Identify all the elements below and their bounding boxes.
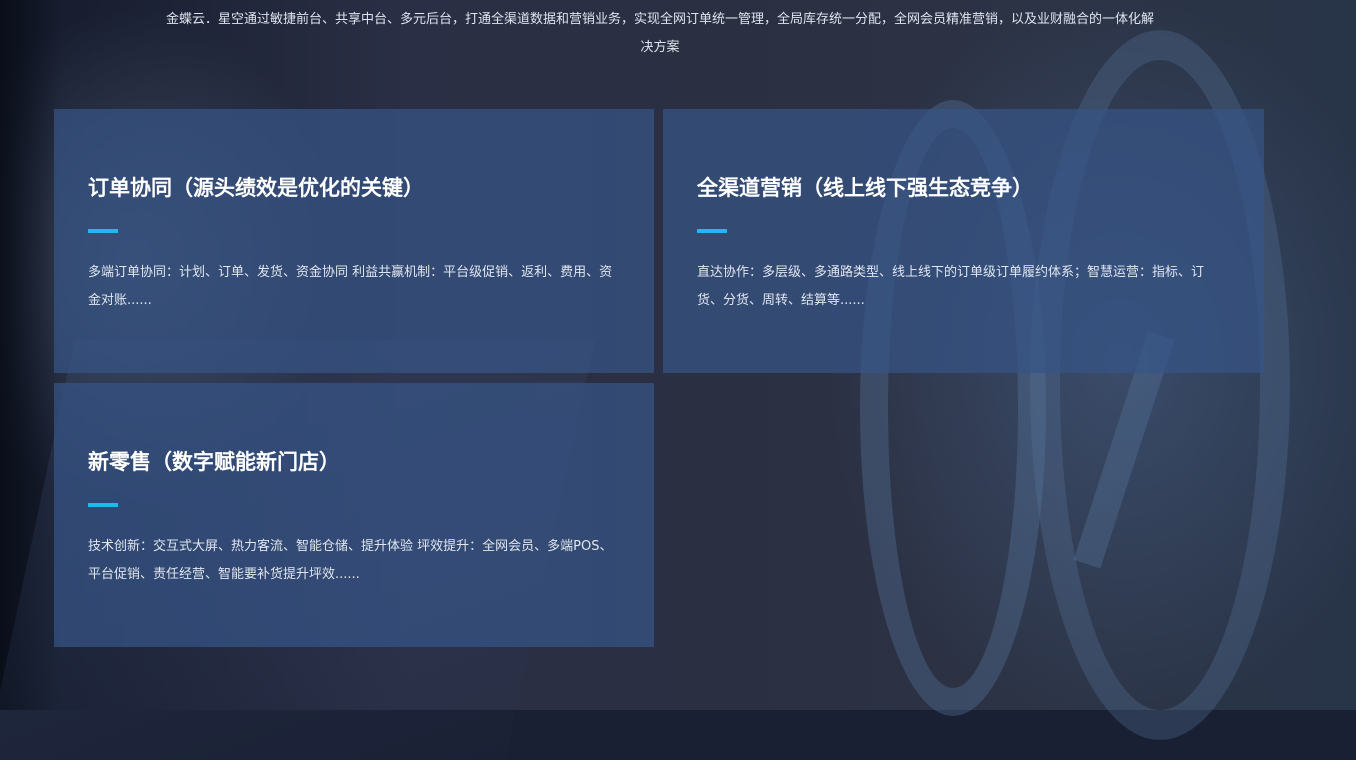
card-description: 多端订单协同：计划、订单、发货、资金协同 利益共赢机制：平台级促销、返利、费用、… <box>88 265 613 308</box>
card-title: 全渠道营销（线上线下强生态竞争） <box>697 176 1033 200</box>
card-omnichannel-marketing[interactable]: 全渠道营销（线上线下强生态竞争） 直达协作：多层级、多通路类型、线上线下的订单级… <box>663 109 1264 373</box>
card-new-retail[interactable]: 新零售（数字赋能新门店） 技术创新：交互式大屏、热力客流、智能仓储、提升体验 坪… <box>54 383 654 647</box>
card-title: 订单协同（源头绩效是优化的关键） <box>88 176 424 200</box>
card-description: 技术创新：交互式大屏、热力客流、智能仓储、提升体验 坪效提升：全网会员、多端PO… <box>88 539 613 582</box>
card-order-collaboration[interactable]: 订单协同（源头绩效是优化的关键） 多端订单协同：计划、订单、发货、资金协同 利益… <box>54 109 654 373</box>
background-shadow <box>0 0 60 710</box>
card-accent-bar <box>697 229 727 233</box>
intro-text: 金蝶云．星空通过敏捷前台、共享中台、多元后台，打通全渠道数据和营销业务，实现全网… <box>165 12 1154 55</box>
card-title: 新零售（数字赋能新门店） <box>88 450 340 474</box>
card-description: 直达协作：多层级、多通路类型、线上线下的订单级订单履约体系；智慧运营：指标、订货… <box>697 265 1205 308</box>
card-accent-bar <box>88 229 118 233</box>
card-accent-bar <box>88 503 118 507</box>
